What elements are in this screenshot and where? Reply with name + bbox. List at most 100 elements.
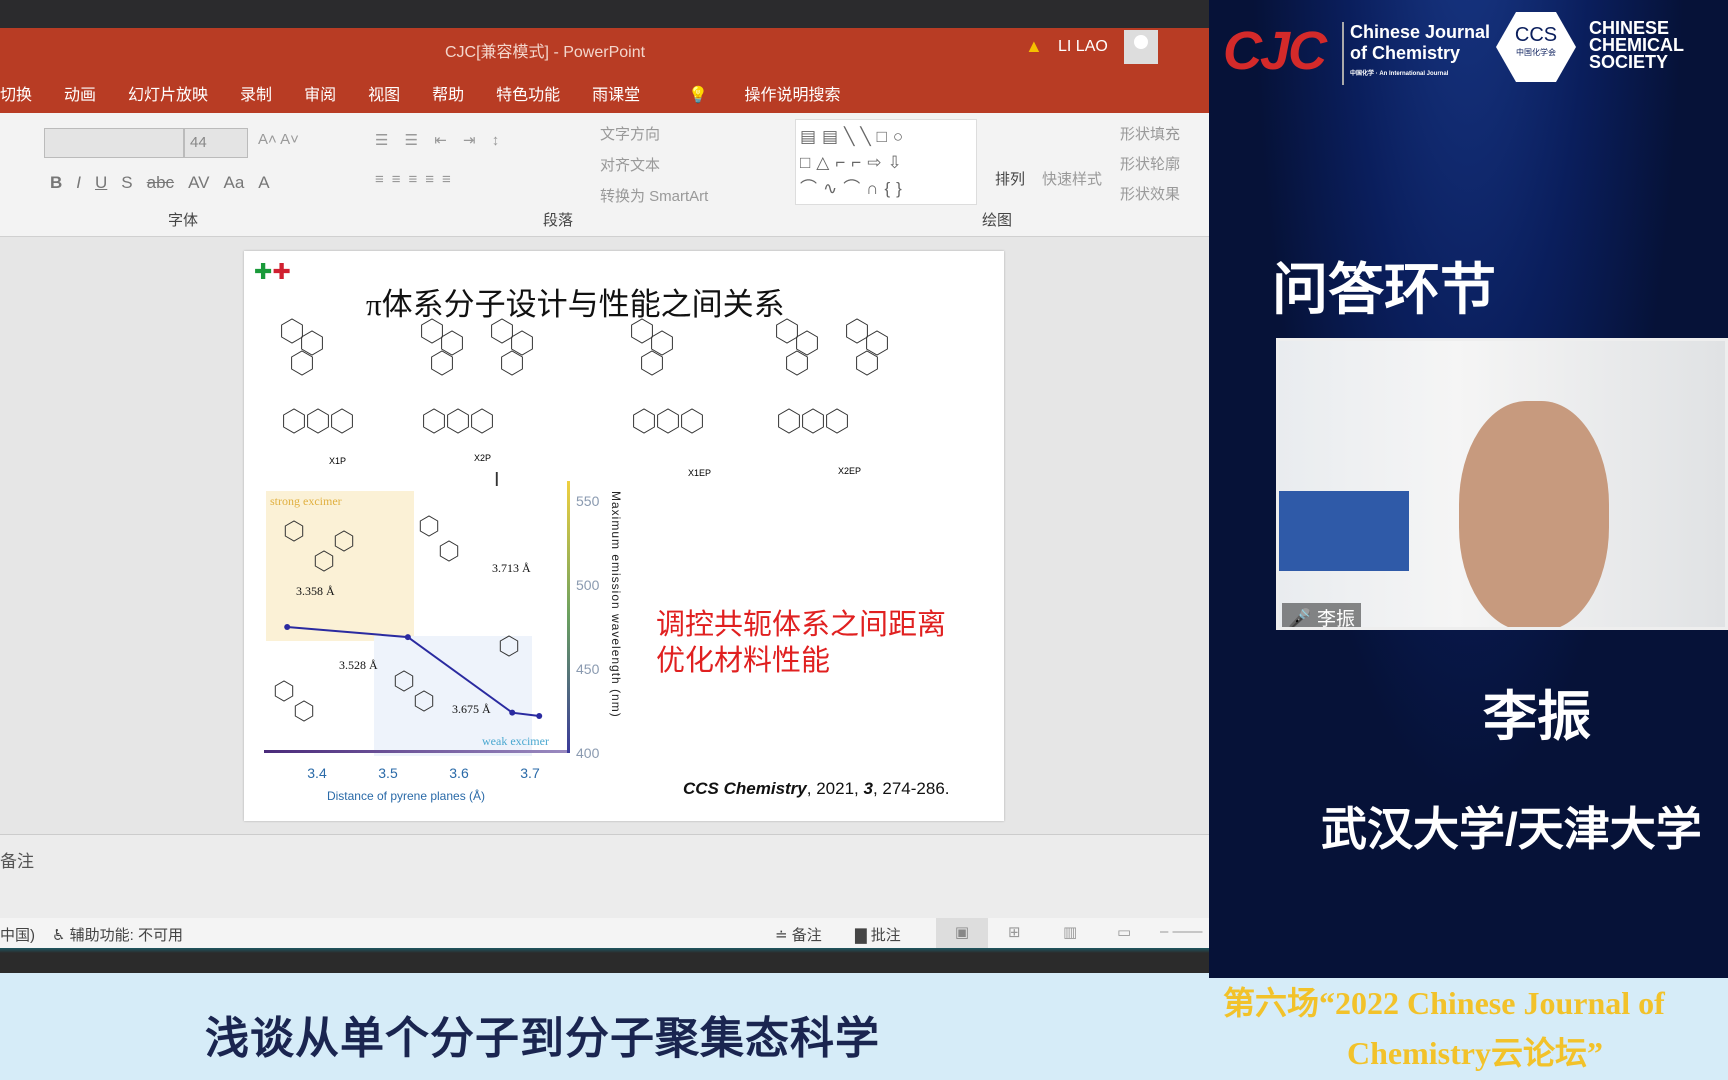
molecule-ring	[641, 350, 663, 376]
tab-review[interactable]: 审阅	[288, 81, 352, 105]
speaker-affiliation: 武汉大学/天津大学	[1321, 803, 1702, 855]
molecule-ring	[802, 408, 824, 434]
data-point	[404, 634, 411, 641]
notes-placeholder: 备注	[0, 852, 34, 871]
molecule-ring	[331, 408, 353, 434]
x-tick-label: 3.7	[520, 765, 540, 781]
tab-slideshow[interactable]: 幻灯片放映	[112, 81, 224, 105]
mic-icon: 🎤	[1288, 609, 1312, 630]
molecule-ring	[633, 408, 655, 434]
list-icons[interactable]: ☰ ☰ ⇤ ⇥ ↕	[375, 131, 505, 149]
molecule-ring	[511, 330, 533, 356]
tab-view[interactable]: 视图	[352, 81, 416, 105]
x-tick-label: 3.5	[378, 765, 398, 781]
italic-button[interactable]: I	[76, 173, 81, 193]
strikethrough-button[interactable]: abc	[147, 173, 174, 193]
align-icons[interactable]: ≡≡≡≡≡	[375, 171, 459, 188]
taskbar-strip	[0, 948, 1209, 973]
molecule-ring	[826, 408, 848, 434]
convert-smartart-button[interactable]: 转换为 SmartArt	[600, 185, 708, 206]
slide[interactable]: ✚✚ π体系分子设计与性能之间关系 400 450 500 550 3.4 3.5 3.6 3…	[244, 251, 1004, 821]
shape-fill-button[interactable]: 形状填充	[1120, 123, 1180, 144]
accessibility-icon: ♿	[52, 927, 70, 944]
molecule-ring	[301, 330, 323, 356]
warning-icon: ▲	[1025, 36, 1043, 56]
chart-annotation: 3.713 Å	[492, 561, 531, 575]
shapes-gallery[interactable]: ▤▤╲╲□○ □△⌐⌐⇨⇩ ⌒∿⌒∩{}	[795, 119, 977, 205]
arrange-button[interactable]: 排列	[995, 168, 1025, 189]
slideshow-button[interactable]: ▭	[1117, 923, 1131, 941]
crystal-ring	[419, 515, 439, 537]
molecule-ring	[786, 350, 808, 376]
font-size-box[interactable]: 44	[184, 128, 248, 158]
notes-pane[interactable]: 备注	[0, 834, 1209, 918]
sofa	[1279, 491, 1409, 571]
title-bar: CJC[兼容模式] - PowerPoint ▲ LI LAO	[0, 28, 1209, 72]
shadow-button[interactable]: S	[121, 173, 132, 193]
molecule-ring	[491, 318, 513, 344]
section-title: 问答环节	[1272, 258, 1496, 321]
molecule-label: X2EP	[838, 466, 862, 476]
spacing-button[interactable]: AV	[188, 173, 209, 193]
molecule-ring	[778, 408, 800, 434]
molecule-ring	[657, 408, 679, 434]
ribbon: 44 A˄ A˅ B I U S abc AV Aa A ☰ ☰ ⇤ ⇥ ↕ ≡…	[0, 113, 1209, 237]
chart-annotation: strong excimer	[270, 494, 342, 508]
molecule-ring	[776, 318, 798, 344]
status-bar: 中国) ♿ 辅助功能: 不可用 ≐ 备注 ▇ 批注 ▣ ⊞ ▥ ▭ – ——	[0, 918, 1209, 948]
comments-button[interactable]: ▇ 批注	[855, 924, 901, 945]
search-tell-me[interactable]: 💡 操作说明搜索	[656, 81, 872, 105]
font-name-box[interactable]	[44, 128, 184, 158]
tab-features[interactable]: 特色功能	[480, 81, 576, 105]
window-title: CJC[兼容模式] - PowerPoint	[445, 44, 646, 61]
accessibility-status[interactable]: ♿ 辅助功能: 不可用	[52, 924, 183, 945]
event-title-line2: Chemistry云论坛”	[1347, 1035, 1603, 1071]
notes-button[interactable]: ≐ 备注	[775, 924, 822, 945]
molecule-ring	[631, 318, 653, 344]
chart-annotation: 3.675 Å	[452, 702, 491, 716]
y-axis-label: Maximum emission wavelength (nm)	[609, 491, 623, 718]
group-drawing: 绘图	[982, 212, 1013, 229]
molecule-ring	[856, 350, 878, 376]
figure: 400 450 500 550 3.4 3.5 3.6 3.7 Distance of pyre…	[264, 318, 888, 803]
shape-effects-button[interactable]: 形状效果	[1120, 183, 1180, 204]
y-tick-label: 550	[576, 493, 600, 509]
cjc-name: Chinese Journal of Chemistry 中国化学 · An Int…	[1342, 22, 1490, 85]
video-name-tag: 🎤 李振	[1282, 603, 1361, 630]
underline-button[interactable]: U	[95, 173, 107, 193]
tab-rainclassroom[interactable]: 雨课堂	[576, 81, 656, 105]
molecule-ring	[291, 350, 313, 376]
event-band: 第六场“2022 Chinese Journal of Chemistry云论坛…	[1209, 978, 1728, 1080]
chart-annotation: weak excimer	[482, 734, 549, 748]
tab-record[interactable]: 录制	[224, 81, 288, 105]
normal-view-button[interactable]: ▣	[936, 918, 988, 948]
x-axis	[264, 750, 567, 753]
tab-transitions[interactable]: 切换	[0, 81, 48, 105]
x-tick-label: 3.6	[449, 765, 469, 781]
align-text-button[interactable]: 对齐文本	[600, 154, 660, 175]
highlight-text: 调控共轭体系之间距离 优化材料性能	[656, 609, 947, 677]
bold-button[interactable]: B	[50, 173, 62, 193]
language-status[interactable]: 中国)	[0, 924, 35, 945]
tab-animations[interactable]: 动画	[48, 81, 112, 105]
molecule-label: X2P	[474, 453, 492, 463]
molecule-ring	[431, 350, 453, 376]
x-axis-label: Distance of pyrene planes (Å)	[327, 788, 485, 803]
case-button[interactable]: Aa	[223, 173, 244, 193]
speaker-video[interactable]: 🎤 李振	[1276, 338, 1728, 630]
shape-outline-button[interactable]: 形状轮廓	[1120, 153, 1180, 174]
reading-view-button[interactable]: ▥	[1063, 923, 1077, 941]
user-name[interactable]: LI LAO	[1058, 38, 1108, 56]
avatar[interactable]	[1124, 30, 1158, 64]
grow-font-icon[interactable]: A˄ A˅	[258, 131, 299, 148]
quick-styles-button[interactable]: 快速样式	[1042, 168, 1102, 189]
ccs-logo: CCS 中国化学会	[1496, 12, 1576, 82]
citation: CCS Chemistry, 2021, 3, 274-286.	[683, 779, 950, 798]
slide-sorter-button[interactable]: ⊞	[1008, 923, 1021, 941]
caption-text: 浅谈从单个分子到分子聚集态科学	[205, 1014, 880, 1063]
text-direction-button[interactable]: 文字方向	[600, 123, 660, 144]
event-title-line1: 第六场“2022 Chinese Journal of	[1223, 985, 1665, 1021]
tab-help[interactable]: 帮助	[416, 81, 480, 105]
font-color-button[interactable]: A	[258, 173, 269, 193]
zoom-slider[interactable]: – ——	[1160, 923, 1203, 940]
